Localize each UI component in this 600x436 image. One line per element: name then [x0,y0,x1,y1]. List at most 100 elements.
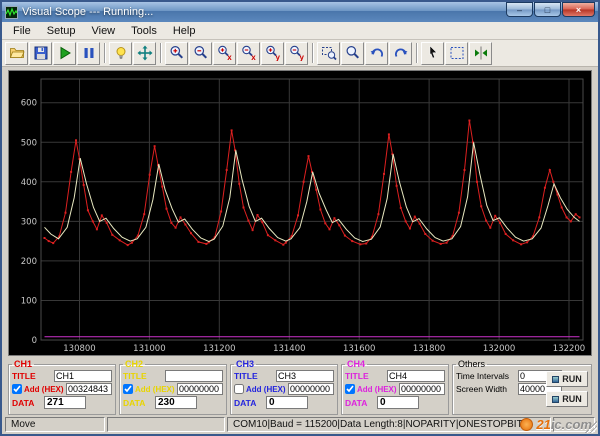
channel-group-label: CH3 [236,359,255,369]
ch1-add-hex-input[interactable] [66,383,112,395]
zoom-reset-button[interactable] [341,41,364,65]
svg-text:300: 300 [21,217,37,227]
channel-group-label: CH2 [125,359,144,369]
run-icon [552,395,560,403]
zoom-in-button[interactable] [165,41,188,65]
undo-button[interactable] [365,41,388,65]
svg-text:131600: 131600 [343,344,375,354]
zoom-in-icon [170,46,183,59]
ch4-add-hex-checkbox[interactable] [345,384,355,394]
ch4-title-input[interactable] [387,370,445,382]
svg-text:131400: 131400 [273,344,305,354]
save-button[interactable] [29,41,52,65]
svg-text:100: 100 [21,297,37,307]
ch1-add-hex-checkbox[interactable] [12,384,22,394]
add-hex-label: Add (HEX) [357,384,397,394]
zoom-out-button[interactable] [189,41,212,65]
ch3-title-input[interactable] [276,370,334,382]
zoom-y-out-button[interactable]: y [285,41,308,65]
ch3-data-value: 0 [266,396,308,409]
open-button[interactable] [5,41,28,65]
save-icon [34,46,47,60]
marquee-icon [450,47,463,59]
menu-tools[interactable]: Tools [123,24,165,38]
svg-text:132200: 132200 [553,344,585,354]
zoom-window-icon [321,47,337,61]
pause-button[interactable] [77,41,100,65]
run-button-1[interactable]: RUN [546,371,588,387]
menu-help[interactable]: Help [165,24,204,38]
ch3-add-hex-input[interactable] [288,383,334,395]
bulb-button[interactable] [109,41,132,65]
pause-icon [84,48,93,58]
run-button-2[interactable]: RUN [546,391,588,407]
svg-text:131200: 131200 [203,344,235,354]
status-spacer [107,417,225,432]
maximize-button[interactable]: □ [534,2,561,17]
zoom-x-out-button[interactable]: x [237,41,260,65]
zoom-x-out-icon: x [241,45,256,61]
open-icon [9,48,25,58]
add-hex-label: Add (HEX) [135,384,175,394]
compare-button[interactable] [469,41,492,65]
plot-area[interactable]: 0 100 200 300 400 500 600 130800 131000 131200 131… [9,71,591,355]
ch1-title-input[interactable] [54,370,112,382]
channel-group-label: CH4 [347,359,366,369]
marquee-button[interactable] [445,41,468,65]
data-label: DATA [345,397,368,408]
menu-file[interactable]: File [5,24,39,38]
data-label: DATA [12,397,35,408]
plot-frame: 0 100 200 300 400 500 600 130800 131000 131200 131… [8,70,592,356]
zoom-x-in-button[interactable]: x [213,41,236,65]
window-controls: – □ × [506,2,595,22]
svg-text:131000: 131000 [133,344,165,354]
svg-text:x: x [227,53,232,61]
visual-scope-window: Visual Scope --- Running... – □ × File S… [0,0,600,436]
titlebar: Visual Scope --- Running... – □ × [2,2,598,22]
pan-icon [137,45,152,61]
menubar: File Setup View Tools Help [2,22,598,40]
statusbar: Move COM10|Baud = 115200|Data Length:8|N… [2,416,598,434]
svg-text:500: 500 [21,138,37,148]
resize-grip[interactable] [585,421,597,433]
svg-text:y: y [275,53,280,61]
zoom-y-out-icon: y [289,45,304,61]
run-buttons: RUN RUN [546,371,588,407]
add-hex-label: Add (HEX) [24,384,64,394]
title-label: TITLE [345,371,369,381]
ch3-add-hex-checkbox[interactable] [234,384,244,394]
ch4-add-hex-input[interactable] [399,383,445,395]
title-label: TITLE [234,371,258,381]
redo-icon [394,48,407,57]
toolbar-separator [104,43,105,63]
undo-icon [370,48,383,57]
run-button[interactable] [53,41,76,65]
ch2-title-input[interactable] [165,370,223,382]
close-button[interactable]: × [562,2,595,17]
zoom-window-button[interactable] [317,41,340,65]
select-button[interactable] [421,41,444,65]
add-hex-label: Add (HEX) [246,384,286,394]
zoom-out-icon [194,46,207,59]
toolbar-separator [416,43,417,63]
svg-text:132000: 132000 [483,344,515,354]
window-title: Visual Scope --- Running... [22,6,154,18]
channel-panel-ch1: CH1 TITLE Add (HEX) DATA 271 [8,360,116,415]
menu-setup[interactable]: Setup [39,24,84,38]
channel-panel-ch3: CH3 TITLE Add (HEX) DATA 0 [230,360,338,415]
svg-text:600: 600 [21,99,37,109]
svg-text:0: 0 [32,336,37,346]
zoom-y-in-button[interactable]: y [261,41,284,65]
toolbar-separator [312,43,313,63]
others-label: Others [458,359,486,369]
run-icon [60,46,71,60]
bulb-icon [116,47,125,59]
menu-view[interactable]: View [83,24,123,38]
minimize-button[interactable]: – [506,2,533,17]
select-icon [429,45,437,59]
ch2-add-hex-input[interactable] [177,383,223,395]
ch2-add-hex-checkbox[interactable] [123,384,133,394]
svg-text:200: 200 [21,257,37,267]
pan-button[interactable] [133,41,156,65]
redo-button[interactable] [389,41,412,65]
